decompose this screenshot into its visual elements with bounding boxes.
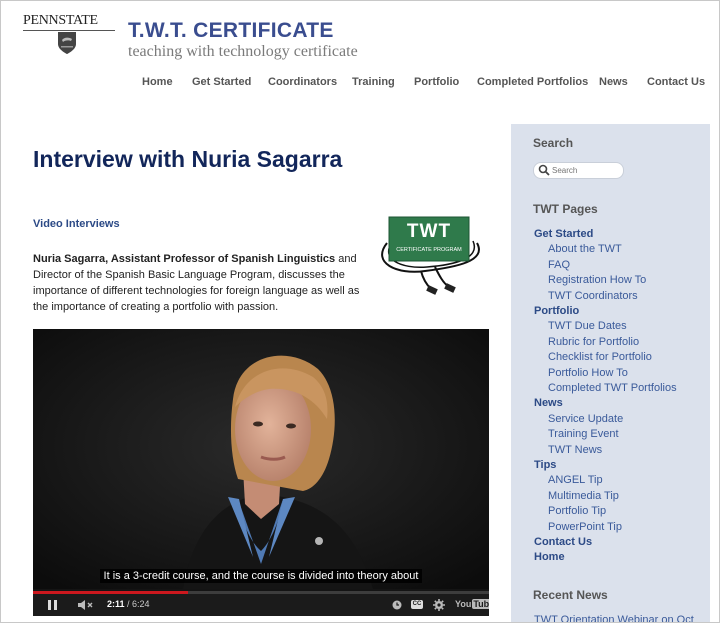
page: PENNSTATE T.W.T. CERTIFICATE teaching wi… [0,0,720,623]
sidebar-item-portfolio-tip[interactable]: Portfolio Tip [548,505,606,517]
sidebar-item-home[interactable]: Home [534,551,565,563]
sidebar-item-news[interactable]: News [534,397,563,409]
sidebar-item-get-started[interactable]: Get Started [534,228,593,240]
site-title[interactable]: T.W.T. CERTIFICATE [128,19,334,43]
youtube-you: You [455,599,472,609]
nav-portfolio[interactable]: Portfolio [414,76,459,88]
pennstate-logo[interactable]: PENNSTATE [23,13,115,57]
sidebar-item-powerpoint-tip[interactable]: PowerPoint Tip [548,521,622,533]
captions-cc-button[interactable]: CC [411,600,423,609]
sidebar-item-contact-us[interactable]: Contact Us [534,536,592,548]
sidebar-item-twt-news[interactable]: TWT News [548,444,602,456]
sidebar: Search TWT Pages Get Started About the TW… [511,124,710,622]
sidebar-item-tips[interactable]: Tips [534,459,556,471]
search-input[interactable] [552,164,620,176]
sidebar-item-portfolio-how-to[interactable]: Portfolio How To [548,367,628,379]
recent-news-heading: Recent News [533,588,608,602]
recent-news-item[interactable]: TWT Orientation Webinar on Oct [534,614,694,622]
sidebar-item-angel-tip[interactable]: ANGEL Tip [548,474,603,486]
sidebar-item-rubric-for-portfolio[interactable]: Rubric for Portfolio [548,336,639,348]
settings-gear-icon[interactable] [432,598,446,612]
video-caption: It is a 3-credit course, and the course … [33,566,489,584]
nittany-shield-icon [58,32,76,54]
video-player[interactable]: It is a 3-credit course, and the course … [33,329,489,616]
search-box[interactable] [533,162,624,179]
caption-text: It is a 3-credit course, and the course … [99,569,423,583]
interviewee-name: Nuria Sagarra, Assistant Professor of Sp… [33,253,336,265]
sidebar-item-twt-coordinators[interactable]: TWT Coordinators [548,290,638,302]
video-duration: / 6:24 [127,599,150,609]
sidebar-item-training-event[interactable]: Training Event [548,428,619,440]
main-nav: Home Get Started Coordinators Training P… [1,76,719,90]
nav-training[interactable]: Training [352,76,395,88]
twt-pages-heading: TWT Pages [533,202,598,216]
sidebar-item-service-update[interactable]: Service Update [548,413,623,425]
mute-icon[interactable] [77,598,95,612]
site-subtitle: teaching with technology certificate [128,43,358,60]
video-current-time: 2:11 [107,599,125,609]
nav-get-started[interactable]: Get Started [192,76,251,88]
sidebar-item-portfolio[interactable]: Portfolio [534,305,579,317]
page-title: Interview with Nuria Sagarra [33,146,343,172]
badge-subtitle: CERTIFICATE PROGRAM [396,247,462,253]
intro-paragraph: Nuria Sagarra, Assistant Professor of Sp… [33,251,373,315]
video-interviews-link[interactable]: Video Interviews [33,218,120,230]
twt-certificate-badge: TWT CERTIFICATE PROGRAM [377,215,483,297]
pause-icon[interactable] [47,598,59,612]
video-frame-interviewee [33,329,489,589]
logo-text: PENNSTATE [23,13,98,28]
sidebar-item-completed-twt-portfolios[interactable]: Completed TWT Portfolios [548,382,677,394]
video-controls: 2:11 / 6:24 CC YouTube [33,594,489,616]
sidebar-item-twt-due-dates[interactable]: TWT Due Dates [548,320,627,332]
nav-contact-us[interactable]: Contact Us [647,76,705,88]
nav-news[interactable]: News [599,76,628,88]
youtube-tube: Tube [472,599,489,609]
search-heading: Search [533,136,574,150]
nav-home[interactable]: Home [142,76,173,88]
video-time: 2:11 / 6:24 [107,599,150,609]
sidebar-item-registration-how-to[interactable]: Registration How To [548,274,646,286]
sidebar-item-checklist-for-portfolio[interactable]: Checklist for Portfolio [548,351,652,363]
sidebar-item-multimedia-tip[interactable]: Multimedia Tip [548,490,619,502]
youtube-logo[interactable]: YouTube [455,599,489,613]
badge-title: TWT [406,221,452,242]
sidebar-item-about-the-twt[interactable]: About the TWT [548,243,622,255]
watch-later-icon[interactable] [391,598,403,612]
sidebar-item-faq[interactable]: FAQ [548,259,570,271]
nav-completed-portfolios[interactable]: Completed Portfolios [477,76,588,88]
search-icon [538,164,550,176]
nav-coordinators[interactable]: Coordinators [268,76,337,88]
